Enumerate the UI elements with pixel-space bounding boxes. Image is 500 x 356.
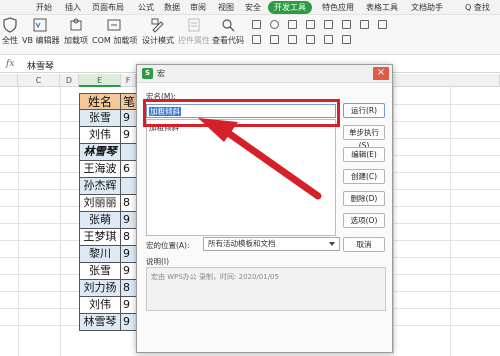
name-cell[interactable]: 张萌 [79,212,121,229]
fx-icon[interactable]: fx [6,59,14,69]
chevron-down-icon [329,242,335,246]
menu-special-apps[interactable]: 特色应用 [322,2,354,13]
name-cell[interactable]: 黎川 [79,246,121,263]
combobox-control-icon[interactable] [306,20,315,29]
menu-bar: 开始 插入 页面布局 公式 数据 审阅 视图 安全 开发工具 特色应用 表格工具… [0,0,500,15]
step-into-button[interactable]: 单步执行(S) [343,125,385,150]
puzzle-icon [70,18,82,31]
description-box: 宏由 WPS办公 录制，时间: 2020/01/05 [146,267,386,311]
macro-location-select[interactable]: 所有活动模板和文档 [203,237,340,251]
ribbon-label: COM 加载项 [92,36,138,45]
menu-formula[interactable]: 公式 [138,2,154,13]
app-icon: S [142,68,153,79]
ribbon-label: 全性 [2,36,18,45]
formula-input[interactable]: 林雪琴 [27,59,54,72]
options-button[interactable]: 选项(O) [343,213,385,228]
menu-security[interactable]: 安全 [245,2,261,13]
column-header-d[interactable]: D [60,74,79,87]
magnifier-code-icon [222,19,235,32]
menu-developer-tools[interactable]: 开发工具 [268,1,312,14]
run-button[interactable]: 运行(R) [343,103,385,118]
spinner-control-icon[interactable] [324,20,333,29]
macro-security-button[interactable]: 全性 [0,17,20,46]
grid-line [450,87,451,356]
name-cell[interactable]: 张雪 [79,263,121,280]
more-controls-icon[interactable] [342,35,351,44]
ribbon-label: 加载项 [64,36,88,45]
design-mode-icon [151,18,164,33]
macro-list[interactable]: 加粗倾斜 [146,119,336,236]
column-header-right[interactable] [393,74,500,87]
menu-table-tools[interactable]: 表格工具 [366,2,398,13]
ribbon-label: 控件属性 [178,36,210,45]
menu-data[interactable]: 数据 [164,2,180,13]
image-control-icon[interactable] [378,20,387,29]
dialog-title-bar[interactable]: S 宏 × [137,65,392,83]
name-cell[interactable]: 刘力扬 [79,280,121,297]
button-control-icon[interactable] [252,35,261,44]
menu-page-layout[interactable]: 页面布局 [92,2,124,13]
com-addin-icon [107,19,121,31]
frame-control-icon[interactable] [288,35,297,44]
add-ins-button[interactable]: 加载项 [64,17,88,46]
menu-doc-assistant[interactable]: 文档助手 [411,2,443,13]
vb-editor-button[interactable]: VB 编辑器 [22,17,60,46]
shield-icon [3,17,17,33]
name-cell[interactable]: 刘丽丽 [79,195,121,212]
vb-editor-icon [33,18,47,32]
macro-dialog: S 宏 × 宏名(M): 加粗倾斜 加粗倾斜 运行(R) 单步执行(S) 编辑(… [136,64,393,353]
menu-view[interactable]: 视图 [218,2,234,13]
macro-location-value: 所有活动模板和文档 [208,239,276,248]
close-button[interactable]: × [373,67,389,80]
form-controls-group [252,20,452,50]
edit-button[interactable]: 编辑(E) [343,147,385,162]
macro-location-label: 宏的位置(A): [146,241,190,250]
name-cell[interactable]: 刘伟 [79,297,121,314]
create-button[interactable]: 创建(C) [343,169,385,184]
label-control-icon[interactable] [360,20,369,29]
name-cell[interactable]: 孙杰辉 [79,178,121,195]
description-text: 宏由 WPS办公 录制，时间: 2020/01/05 [151,273,279,281]
menu-review[interactable]: 审阅 [190,2,206,13]
name-cell[interactable]: 张雪 [79,110,121,127]
name-cell[interactable]: 王梦琪 [79,229,121,246]
scrollbar-control-icon[interactable] [342,20,351,29]
design-mode-button[interactable]: 设计模式 [142,17,174,46]
menu-insert[interactable]: 插入 [65,2,81,13]
corner-cell[interactable] [0,74,18,87]
dialog-title: 宏 [157,69,165,78]
properties-icon [188,18,200,32]
delete-button[interactable]: 删除(D) [343,191,385,206]
header-cell-name[interactable]: 姓名 [79,93,121,110]
column-header-c[interactable]: C [18,74,60,87]
grid-line [393,87,394,356]
ribbon-label: 查看代码 [212,36,244,45]
listbox-control-icon[interactable] [288,20,297,29]
description-label: 说明(I) [146,257,170,266]
search-button[interactable]: Q 查找 [465,2,490,13]
textbox-control-icon[interactable] [270,35,279,44]
ribbon-label: VB 编辑器 [22,36,60,45]
highlight-box [143,99,340,127]
name-cell-active[interactable]: 林雪琴 [79,144,121,161]
radio-control-icon[interactable] [270,20,279,29]
tab-control-icon[interactable] [324,35,333,44]
column-header-f[interactable]: F [121,74,136,87]
view-code-button[interactable]: 查看代码 [212,17,244,46]
grid-line [18,87,19,356]
name-cell[interactable]: 刘伟 [79,127,121,144]
ribbon-label: 设计模式 [142,36,174,45]
checkbox-control-icon[interactable] [252,20,261,29]
ribbon-toolbar: 全性 VB 编辑器 加载项 COM 加载项 设计模式 控件属性 查看代码 [0,15,500,55]
com-add-ins-button[interactable]: COM 加载项 [92,17,138,46]
name-cell[interactable]: 林雪琴 [79,314,121,331]
cancel-button[interactable]: 取消 [343,237,385,252]
column-header-e[interactable]: E [79,74,121,87]
menu-start[interactable]: 开始 [36,2,52,13]
toggle-control-icon[interactable] [306,35,315,44]
grid-line [60,87,61,356]
name-cell[interactable]: 王海波 [79,161,121,178]
control-properties-button[interactable]: 控件属性 [178,17,210,46]
